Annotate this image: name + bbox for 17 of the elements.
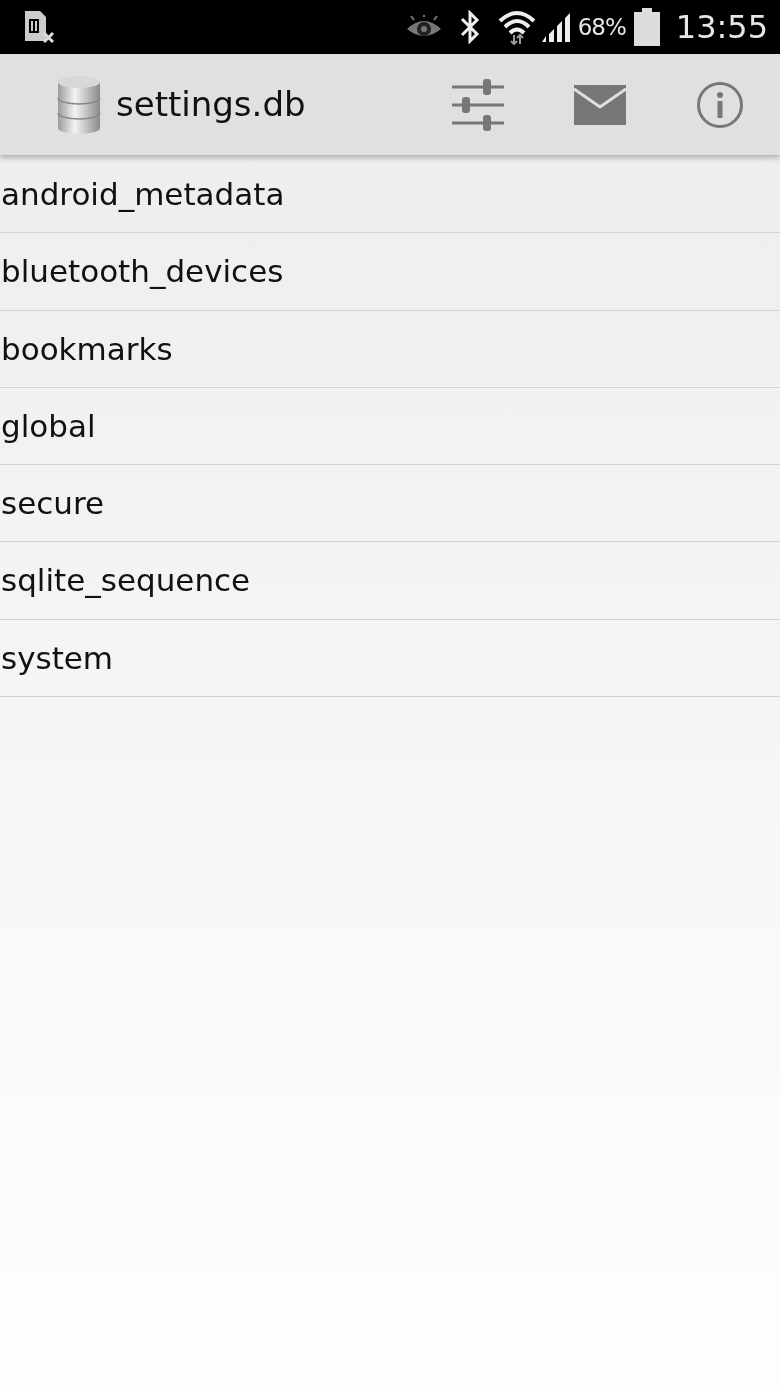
eye-icon (405, 15, 442, 39)
table-list-item[interactable]: sqlite_sequence (0, 542, 780, 620)
clock-time: 13:55 (675, 11, 768, 43)
battery-percentage: 68% (577, 12, 626, 42)
battery-icon (633, 8, 660, 46)
table-list-item[interactable]: bookmarks (0, 310, 780, 388)
sim-card-icon (22, 9, 56, 45)
wifi-icon (497, 9, 536, 45)
table-list-item[interactable]: bluetooth_devices (0, 233, 780, 311)
table-list-item[interactable]: global (0, 387, 780, 466)
table-list-item[interactable]: system (0, 619, 780, 698)
table-list-item[interactable]: android_metadata (0, 156, 780, 234)
settings-sliders-button[interactable] (450, 76, 506, 133)
table-list-item[interactable]: secure (0, 465, 780, 543)
mail-button[interactable] (574, 84, 626, 125)
app-title: settings.db (116, 83, 306, 126)
info-button[interactable] (696, 80, 744, 129)
